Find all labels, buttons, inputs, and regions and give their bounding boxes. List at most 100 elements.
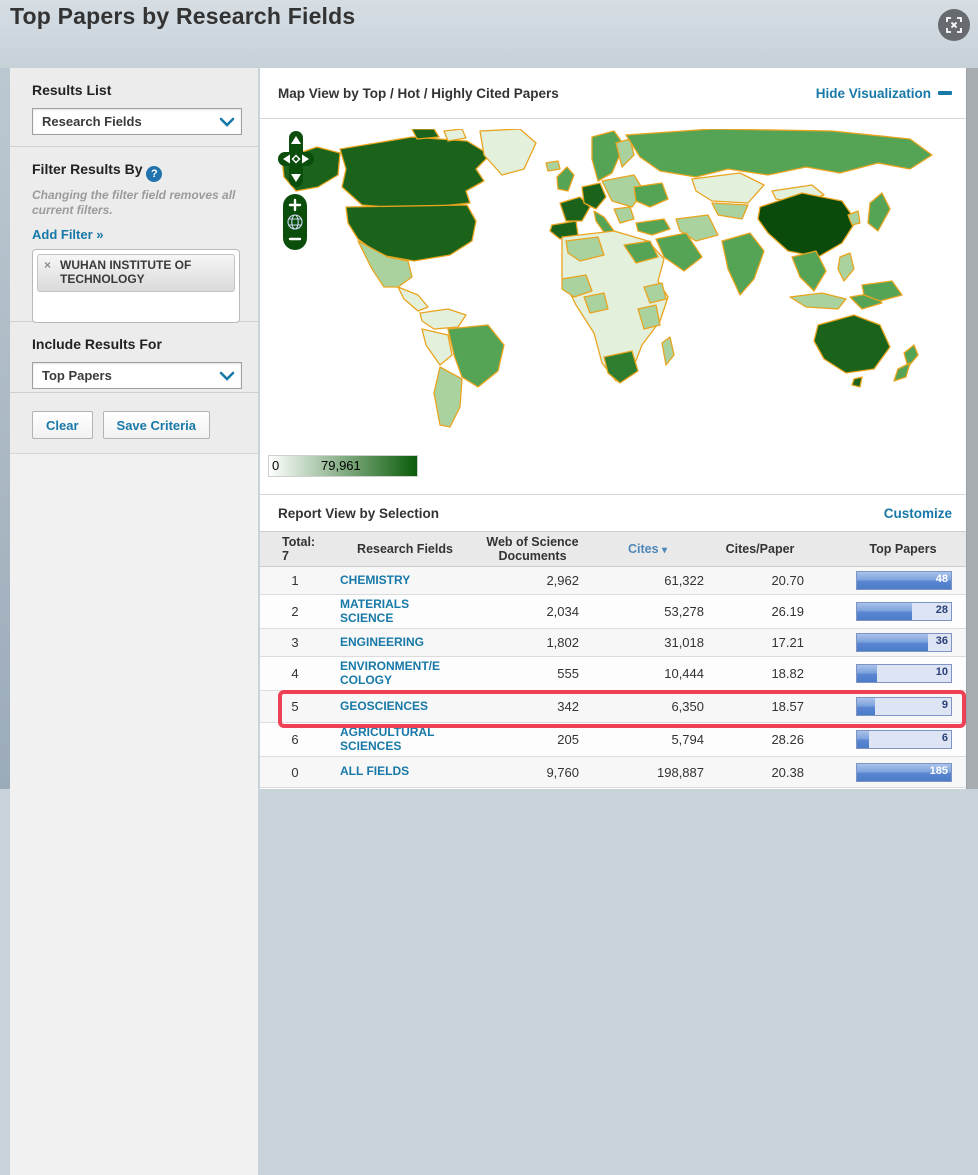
filter-note: Changing the filter field removes all cu… [32,188,236,217]
wos-documents-value: 2,034 [546,604,579,619]
remove-filter-icon[interactable]: × [44,258,51,272]
top-papers-bar-fill [857,698,875,715]
row-rank: 2 [291,604,299,619]
col-research-fields: Research Fields [357,541,453,556]
wos-documents-value: 555 [557,666,579,681]
top-papers-bar[interactable]: 6 [856,730,952,749]
top-papers-value: 10 [935,666,948,678]
row-rank: 6 [291,732,299,747]
map-area: 0 79,961 [260,119,966,494]
top-papers-bar[interactable]: 36 [856,633,952,652]
top-papers-value: 185 [929,764,948,777]
country-shapes[interactable] [281,129,933,428]
include-results-heading: Include Results For [32,336,162,352]
table-row: 6 AGRICULTURAL SCIENCES 205 5,794 28.26 6 [260,723,966,757]
research-field-link[interactable]: CHEMISTRY [330,573,454,587]
minus-icon [938,91,952,95]
cites-value: 31,018 [664,635,704,650]
chevron-down-icon [219,115,235,132]
table-header-row: Total: 7 Research Fields Web of Science … [260,531,966,567]
top-papers-bar-fill [857,731,869,748]
sidebar-empty-area [10,454,258,1175]
chevron-down-icon [219,369,235,386]
sort-down-icon: ▾ [662,544,668,556]
top-papers-cell: 48 [856,571,952,590]
results-list-selected: Research Fields [42,114,142,129]
add-filter-link[interactable]: Add Filter » [32,227,104,242]
expand-icon [946,17,962,33]
report-view-title: Report View by Selection [278,505,440,521]
filter-tag[interactable]: × WUHAN INSTITUTE OF TECHNOLOGY [37,254,235,292]
row-rank: 4 [291,666,299,681]
top-papers-value: 28 [935,604,948,616]
cites-per-paper-value: 28.26 [771,732,804,747]
map-zoom-control[interactable] [282,193,308,251]
world-choropleth-map[interactable] [262,129,962,449]
cites-value: 198,887 [657,764,704,780]
map-pan-control[interactable] [276,131,316,189]
top-papers-bar[interactable]: 28 [856,602,952,621]
scale-max-value: 79,961 [321,458,361,473]
wos-documents-value: 342 [557,699,579,714]
wos-documents-value: 9,760 [546,764,579,780]
top-papers-bar[interactable]: 185 [856,762,952,782]
cites-value: 6,350 [671,699,704,714]
table-row: 3 ENGINEERING 1,802 31,018 17.21 36 [260,629,966,657]
top-papers-value: 36 [935,635,948,647]
wos-documents-value: 205 [557,732,579,747]
fullscreen-button[interactable] [938,9,970,41]
report-view-header: Report View by Selection Customize [260,494,966,531]
include-results-dropdown[interactable]: Top Papers [32,362,242,389]
top-papers-bar[interactable]: 48 [856,571,952,590]
cites-per-paper-value: 20.38 [771,764,804,780]
row-rank: 5 [291,699,299,714]
help-icon[interactable]: ? [146,166,163,182]
research-field-link[interactable]: AGRICULTURAL SCIENCES [330,726,454,753]
total-count: Total: 7 [282,534,316,563]
table-row: 0 ALL FIELDS 9,760 198,887 20.38 185 [260,757,966,788]
row-rank: 0 [291,764,299,780]
results-list-section: Results List Research Fields [10,68,258,147]
save-criteria-button[interactable]: Save Criteria [102,411,211,439]
cites-per-paper-value: 20.70 [771,573,804,588]
top-papers-bar-fill [857,665,877,682]
cites-value: 5,794 [671,732,704,747]
sidebar: Results List Research Fields Filter Resu… [10,68,258,1175]
col-cites-sort[interactable]: Cites ▾ [585,542,710,557]
cites-per-paper-value: 18.57 [771,699,804,714]
col-cites-per-paper: Cites/Paper [725,541,795,556]
customize-link[interactable]: Customize [884,506,952,521]
map-view-header: Map View by Top / Hot / Highly Cited Pap… [260,68,966,119]
cites-per-paper-value: 18.82 [771,666,804,681]
research-field-link[interactable]: ENVIRONMENT/E COLOGY [330,660,454,687]
top-papers-value: 48 [935,573,948,585]
results-list-dropdown[interactable]: Research Fields [32,108,242,135]
filter-tag-label: WUHAN INSTITUTE OF TECHNOLOGY [60,258,192,287]
scrollbar-track[interactable] [966,68,978,789]
research-field-link[interactable]: ENGINEERING [330,635,454,649]
research-field-link[interactable]: MATERIALS SCIENCE [330,598,454,625]
hide-visualization-link[interactable]: Hide Visualization [816,86,952,101]
cites-per-paper-value: 17.21 [771,635,804,650]
sidebar-buttons: Clear Save Criteria [10,393,258,454]
top-papers-cell: 6 [856,730,952,749]
top-papers-bar-fill [857,603,912,620]
top-papers-bar[interactable]: 9 [856,697,952,716]
page-left-margin [0,68,10,789]
results-list-heading: Results List [32,82,112,98]
top-papers-bar[interactable]: 10 [856,664,952,683]
filter-box: × WUHAN INSTITUTE OF TECHNOLOGY [32,249,240,323]
table-body: 1 CHEMISTRY 2,962 61,322 20.70 48 2 MATERIALS S… [260,567,966,788]
research-field-link[interactable]: ALL FIELDS [330,765,454,778]
clear-button[interactable]: Clear [32,411,93,439]
cites-value: 53,278 [664,604,704,619]
top-papers-cell: 28 [856,602,952,621]
col-wos-documents: Web of Science Documents [486,534,579,563]
page-header: Top Papers by Research Fields [0,0,978,68]
research-field-link[interactable]: GEOSCIENCES [330,699,454,713]
top-papers-value: 6 [941,732,948,744]
cites-value: 61,322 [664,573,704,588]
cites-value: 10,444 [664,666,704,681]
top-papers-value: 9 [941,699,948,711]
top-papers-cell: 185 [856,762,952,782]
